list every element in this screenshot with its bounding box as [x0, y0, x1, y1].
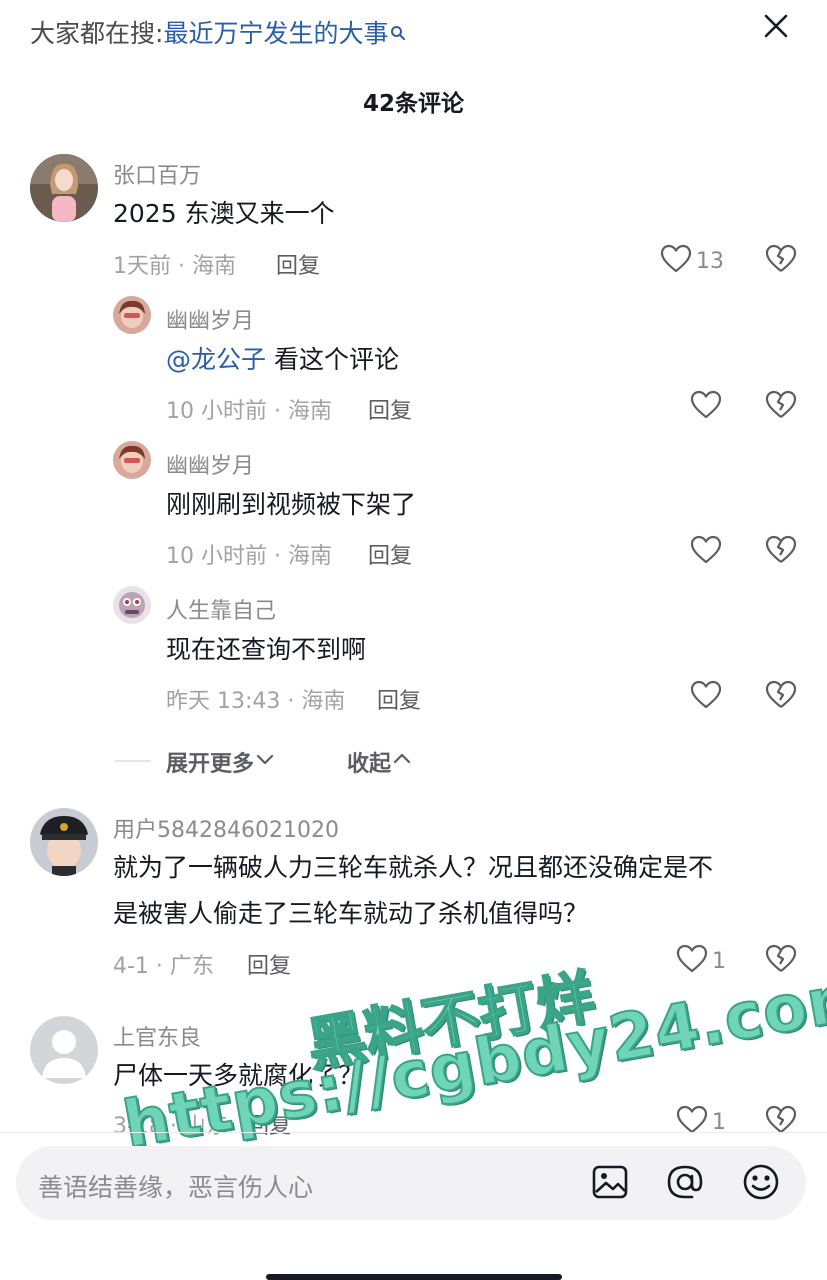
comment-time-location: 1天前 · 海南: [113, 254, 236, 279]
comment-username[interactable]: 张口百万: [113, 158, 201, 190]
reply-button[interactable]: 回复: [247, 948, 291, 980]
like-button[interactable]: [690, 680, 722, 714]
reply-username[interactable]: 幽幽岁月: [166, 303, 254, 335]
comment-username[interactable]: 上官东良: [113, 1020, 201, 1052]
heart-icon: [690, 680, 722, 714]
avatar[interactable]: [113, 296, 151, 334]
broken-heart-icon[interactable]: [765, 680, 797, 714]
expand-more-button[interactable]: 展开更多: [166, 746, 276, 778]
avatar[interactable]: [113, 441, 151, 479]
like-count: 1: [712, 1109, 726, 1135]
heart-icon: [690, 390, 722, 424]
mention-link[interactable]: @龙公子: [166, 345, 266, 374]
divider: [115, 760, 151, 762]
expand-more-label: 展开更多: [166, 752, 255, 777]
like-button[interactable]: 1: [676, 944, 726, 978]
home-indicator[interactable]: [266, 1274, 562, 1280]
comment-count-title: 42条评论: [362, 91, 464, 117]
comment-text: 2025 东澳又来一个: [113, 199, 335, 228]
reply-text: @龙公子 看这个评论: [166, 337, 399, 383]
reply-text: 刚刚刷到视频被下架了: [166, 490, 417, 519]
reply-text-body: 看这个评论: [266, 345, 399, 374]
chevron-up-icon: [391, 748, 413, 776]
like-count: 13: [696, 248, 724, 274]
comment-username[interactable]: 用户5842846021020: [113, 812, 339, 844]
broken-heart-icon[interactable]: [765, 390, 797, 424]
search-suggestion-query[interactable]: 最近万宁发生的大事: [163, 19, 388, 48]
avatar[interactable]: [30, 1016, 98, 1084]
like-button[interactable]: 1: [676, 1105, 726, 1139]
broken-heart-icon[interactable]: [765, 1105, 797, 1139]
comment-input-placeholder: 善语结善缘，恶言伤人心: [38, 1173, 314, 1202]
broken-heart-icon[interactable]: [765, 244, 797, 278]
close-icon[interactable]: [756, 6, 796, 46]
comment-text-line-2: 是被害人偷走了三轮车就动了杀机值得吗？: [113, 899, 589, 928]
avatar[interactable]: [30, 154, 98, 222]
heart-icon: [690, 535, 722, 569]
avatar[interactable]: [30, 808, 98, 876]
reply-button[interactable]: 回复: [377, 683, 421, 715]
image-icon[interactable]: [590, 1162, 630, 1206]
reply-time-location: 10 小时前 · 海南: [166, 544, 332, 569]
comment-text-line-1: 就为了一辆破人力三轮车就杀人？况且都还没确定是不: [113, 853, 714, 882]
reply-time-location: 10 小时前 · 海南: [166, 399, 332, 424]
reply-text: 现在还查询不到啊: [166, 635, 367, 664]
heart-icon: [676, 944, 708, 978]
reply-time-location: 昨天 13:43 · 海南: [166, 689, 346, 714]
comment-time-location: 4-1 · 广东: [113, 954, 214, 979]
avatar[interactable]: [113, 586, 151, 624]
search-icon: [390, 18, 406, 47]
reply-button[interactable]: 回复: [276, 248, 320, 280]
divider: [0, 1132, 827, 1133]
like-button[interactable]: [690, 390, 722, 424]
heart-icon: [660, 244, 692, 278]
at-icon[interactable]: [664, 1162, 706, 1206]
like-count: 1: [712, 948, 726, 974]
collapse-label: 收起: [347, 752, 392, 777]
reply-button[interactable]: 回复: [368, 538, 412, 570]
reply-username[interactable]: 人生靠自己: [166, 593, 276, 625]
search-suggestion-prefix: 大家都在搜:: [30, 19, 164, 48]
like-button[interactable]: [690, 535, 722, 569]
chevron-down-icon: [254, 748, 276, 776]
like-button[interactable]: 13: [660, 244, 724, 278]
emoji-icon[interactable]: [740, 1162, 782, 1206]
broken-heart-icon[interactable]: [765, 535, 797, 569]
search-suggestion[interactable]: 大家都在搜:最近万宁发生的大事: [30, 14, 406, 50]
collapse-button[interactable]: 收起: [347, 746, 413, 778]
reply-button[interactable]: 回复: [368, 393, 412, 425]
reply-username[interactable]: 幽幽岁月: [166, 448, 254, 480]
heart-icon: [676, 1105, 708, 1139]
